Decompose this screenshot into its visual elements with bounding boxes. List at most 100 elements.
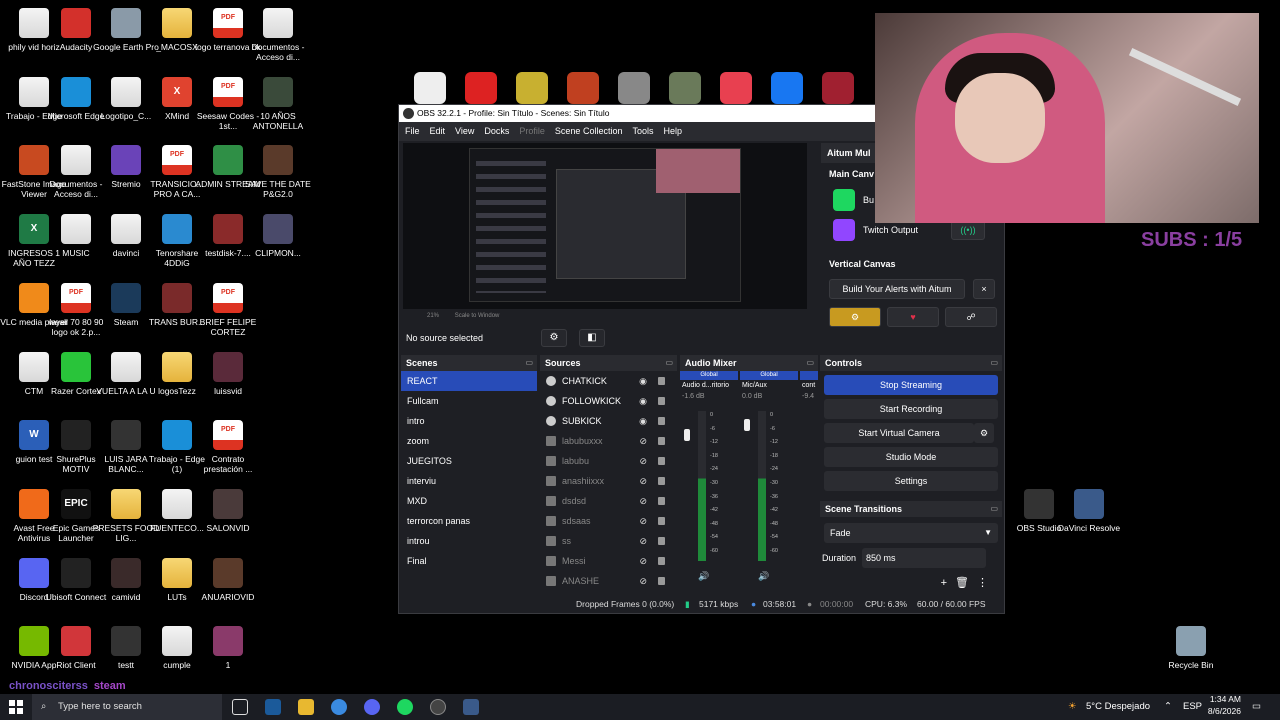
volume-fader[interactable] <box>684 429 690 441</box>
lock-icon[interactable] <box>658 377 665 385</box>
desktop-icon[interactable]: PDF BRIEF FELIPE CORTEZ <box>194 283 262 337</box>
task-view-icon[interactable] <box>232 699 248 715</box>
discord-icon[interactable]: ☍ <box>945 307 997 327</box>
eye-off-icon[interactable]: ⊘ <box>639 471 647 491</box>
game-icon-3[interactable] <box>669 72 701 104</box>
source-item[interactable]: labubu ⊘ <box>540 451 677 471</box>
lock-icon[interactable] <box>658 557 665 565</box>
dock-float-icon[interactable]: ▭ <box>665 355 673 371</box>
duration-input[interactable]: 850 ms <box>862 548 986 568</box>
delete-transition-icon[interactable]: 🗑 <box>955 577 977 589</box>
menu-profile[interactable]: Profile <box>519 122 545 141</box>
eye-icon[interactable]: ◉ <box>639 371 647 391</box>
source-item[interactable]: sdsaas ⊘ <box>540 511 677 531</box>
add-transition-icon[interactable]: + <box>941 577 955 589</box>
scene-item[interactable]: zoom <box>401 431 537 451</box>
lock-icon[interactable] <box>658 477 665 485</box>
desktop-icon[interactable]: Recycle Bin <box>1157 626 1225 670</box>
dock-float-icon[interactable]: ▭ <box>525 355 533 371</box>
menu-docks[interactable]: Docks <box>484 122 509 141</box>
desktop-icon[interactable]: PDF Contrato prestación ... <box>194 420 262 474</box>
notification-icon[interactable]: ▭ <box>1252 694 1261 720</box>
game-icon-2[interactable] <box>618 72 650 104</box>
heart-icon[interactable]: ♥ <box>887 307 939 327</box>
facebook-icon[interactable] <box>771 72 803 104</box>
lock-icon[interactable] <box>658 417 665 425</box>
eye-off-icon[interactable]: ⊘ <box>639 571 647 591</box>
source-item[interactable]: labubuxxx ⊘ <box>540 431 677 451</box>
preview-area[interactable]: 21% Scale to Window <box>403 143 807 323</box>
valorant-icon[interactable] <box>720 72 752 104</box>
build-alerts-button[interactable]: Build Your Alerts with Aitum <box>829 279 965 299</box>
scene-item[interactable]: introu <box>401 531 537 551</box>
preview-canvas[interactable] <box>469 148 741 302</box>
discord-taskbar-icon[interactable] <box>364 699 380 715</box>
lock-icon[interactable] <box>658 497 665 505</box>
language-indicator[interactable]: ESP <box>1183 694 1202 720</box>
eye-icon[interactable]: ◉ <box>639 411 647 431</box>
scene-item[interactable]: interviu <box>401 471 537 491</box>
channel-name[interactable]: cont <box>800 380 818 391</box>
menu-edit[interactable]: Edit <box>430 122 446 141</box>
lock-icon[interactable] <box>658 457 665 465</box>
menu-tools[interactable]: Tools <box>632 122 653 141</box>
lock-icon[interactable] <box>658 437 665 445</box>
davinci-taskbar-icon[interactable] <box>463 699 479 715</box>
source-item[interactable]: anashiixxx ⊘ <box>540 471 677 491</box>
source-properties-button[interactable]: ⚙ <box>541 329 567 347</box>
desktop-icon[interactable]: SAVE THE DATE P&G2.0 <box>244 145 312 199</box>
eye-off-icon[interactable]: ⊘ <box>639 431 647 451</box>
chrome-icon[interactable] <box>331 699 347 715</box>
scene-item[interactable]: Final <box>401 551 537 571</box>
dock-float-icon[interactable]: ▭ <box>806 355 814 371</box>
eye-off-icon[interactable]: ⊘ <box>639 451 647 471</box>
red-car-icon[interactable] <box>465 72 497 104</box>
source-filters-button[interactable]: ◧ <box>579 329 605 347</box>
desktop-icon[interactable]: ANUARIOVID <box>194 558 262 602</box>
tray-chevron-icon[interactable]: ⌃ <box>1164 694 1172 720</box>
source-item[interactable]: Messi ⊘ <box>540 551 677 571</box>
obs-taskbar-icon[interactable] <box>430 699 446 715</box>
dock-float-icon[interactable]: ▭ <box>990 355 998 371</box>
desktop-icon[interactable]: Documentos - Acceso di... <box>244 8 312 62</box>
desktop-icon[interactable]: CLIPMON... <box>244 214 312 258</box>
desktop-icon[interactable]: 10 AÑOS ANTONELLA <box>244 77 312 131</box>
source-item[interactable]: CHATKICK ◉ <box>540 371 677 391</box>
dock-float-icon[interactable]: ▭ <box>990 501 998 517</box>
game-icon-1[interactable] <box>516 72 548 104</box>
close-alerts-button[interactable]: × <box>973 279 995 299</box>
source-item[interactable]: ANASHE ⊘ <box>540 571 677 591</box>
eye-app-icon[interactable] <box>414 72 446 104</box>
stop-streaming-button[interactable]: Stop Streaming <box>824 375 998 395</box>
scene-item[interactable]: Fullcam <box>401 391 537 411</box>
start-recording-button[interactable]: Start Recording <box>824 399 998 419</box>
eye-off-icon[interactable]: ⊘ <box>639 531 647 551</box>
spotify-icon[interactable] <box>397 699 413 715</box>
menu-scene-collection[interactable]: Scene Collection <box>555 122 623 141</box>
clock[interactable]: 1:34 AM 8/6/2026 <box>1203 693 1241 717</box>
channel-name[interactable]: Mic/Aux <box>740 380 798 391</box>
virtual-camera-settings-icon[interactable]: ⚙ <box>974 423 994 443</box>
volume-fader[interactable] <box>744 419 750 431</box>
desktop-icon[interactable]: DaVinci Resolve <box>1055 489 1123 533</box>
menu-view[interactable]: View <box>455 122 474 141</box>
desktop-icon[interactable]: SALONVID <box>194 489 262 533</box>
scene-item[interactable]: intro <box>401 411 537 431</box>
scene-item[interactable]: REACT <box>401 371 537 391</box>
desktop-icon[interactable]: luissvid <box>194 352 262 396</box>
eye-off-icon[interactable]: ⊘ <box>639 511 647 531</box>
game-icon-4[interactable] <box>822 72 854 104</box>
file-explorer-icon[interactable] <box>298 699 314 715</box>
settings-button[interactable]: Settings <box>824 471 998 491</box>
studio-mode-button[interactable]: Studio Mode <box>824 447 998 467</box>
eye-off-icon[interactable]: ⊘ <box>639 551 647 571</box>
channel-name[interactable]: Audio d...ritorio <box>680 380 738 391</box>
source-item[interactable]: ss ⊘ <box>540 531 677 551</box>
menu-help[interactable]: Help <box>663 122 682 141</box>
weather-text[interactable]: 5°C Despejado <box>1086 694 1150 720</box>
mute-icon[interactable]: 🔊 <box>698 571 709 582</box>
lock-icon[interactable] <box>658 397 665 405</box>
gear-game-icon[interactable] <box>567 72 599 104</box>
eye-off-icon[interactable]: ⊘ <box>639 491 647 511</box>
taskbar-search[interactable]: ⌕ Type here to search <box>32 694 222 720</box>
